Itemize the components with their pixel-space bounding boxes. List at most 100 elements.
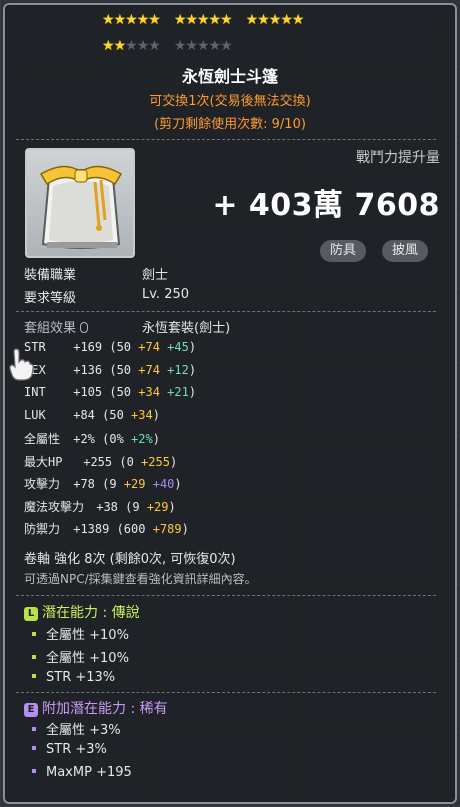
- bullet-icon: [32, 746, 36, 750]
- stat-row: LUK +84 (50 +34): [24, 407, 160, 422]
- bonus-potential-text: 全屬性 +3%: [46, 723, 121, 738]
- stat-total: +84: [66, 407, 103, 422]
- tag-cape: 披風: [382, 240, 429, 262]
- bonus-potential-line: 全屬性 +3%: [32, 719, 121, 738]
- stat-name: LUK: [24, 407, 46, 422]
- star-group: ★ ★ ★ ★ ★: [173, 12, 233, 28]
- star-icon: ★: [102, 12, 115, 28]
- star-icon: ★: [220, 12, 233, 28]
- star-icon: ★: [113, 38, 127, 54]
- level-row: 要求等級 Lv. 250: [24, 287, 189, 306]
- bonus-potential-line: MaxMP +195: [32, 765, 132, 780]
- star-group: ★ ★ ★ ★ ★: [102, 38, 161, 54]
- potential-text: 全屬性 +10%: [46, 651, 129, 666]
- item-name: 永恆劍士斗篷: [181, 67, 278, 86]
- stat-base: (50: [109, 385, 139, 399]
- star-icon: ★: [257, 12, 270, 28]
- stat-total: +255: [76, 454, 120, 469]
- cape-icon: [39, 165, 123, 249]
- stat-base: (0: [119, 454, 142, 469]
- stat-bonus: +789: [152, 522, 182, 536]
- star-icon: ★: [185, 12, 198, 28]
- stat-name: 攻擊力: [24, 477, 61, 491]
- stat-base: (0%: [102, 432, 132, 446]
- scissors-note: (剪刀剩餘使用次數: 9/10): [154, 117, 306, 132]
- stat-total: +1389: [66, 522, 117, 536]
- bullet-icon: [32, 769, 36, 773]
- stat-row: 最大HP +255 (0 +255): [24, 454, 178, 469]
- potential-text: 全屬性 +10%: [46, 628, 129, 643]
- star-icon: ★: [113, 12, 127, 28]
- stat-bonus: +255: [141, 454, 170, 469]
- stat-bonus: +34: [131, 407, 153, 422]
- stat-row: 魔法攻擊力 +38 (9 +29): [24, 499, 176, 514]
- stat-bonus: +29: [146, 499, 169, 514]
- star-icon: ★: [102, 38, 115, 54]
- star-icon: ★: [148, 38, 161, 54]
- stat-name: INT: [24, 385, 46, 399]
- stat-row: 攻擊力 +78 (9 +29 +40): [24, 477, 182, 491]
- star-icon: ★: [208, 12, 222, 28]
- bullet-icon: [32, 655, 36, 659]
- star-icon: ★: [148, 12, 161, 28]
- star-group: ★ ★ ★ ★ ★: [174, 38, 233, 54]
- stat-row: INT +105 (50 +34 +21): [24, 385, 197, 399]
- star-icon: ★: [220, 38, 233, 54]
- potential-line: STR +13%: [32, 670, 115, 685]
- bonus-potential-text: MaxMP +195: [46, 765, 132, 780]
- stat-bonus: +74: [138, 340, 160, 354]
- star-icon: ★: [245, 12, 259, 28]
- star-icon: ★: [280, 12, 293, 28]
- bonus-potential-line: STR +3%: [32, 742, 107, 757]
- bullet-icon: [32, 727, 36, 731]
- job-value: 劍士: [142, 268, 169, 283]
- bonus-potential-header: E 附加潛在能力 : 稀有: [24, 698, 168, 718]
- star-group: ★ ★ ★ ★ ★: [102, 12, 161, 28]
- stat-total: +78: [66, 477, 103, 491]
- trade-note: 可交換1次(交易後無法交換): [149, 94, 311, 109]
- star-group: ★ ★ ★ ★ ★: [245, 12, 305, 28]
- level-value: Lv. 250: [142, 287, 190, 302]
- potential-line: 全屬性 +10%: [32, 624, 129, 643]
- item-image: [25, 148, 135, 258]
- stat-bonus: +74: [138, 362, 160, 377]
- power-label: 戰鬥力提升量: [356, 150, 440, 166]
- legendary-badge-icon: L: [24, 607, 38, 621]
- stat-enhance: +21: [159, 385, 189, 399]
- stat-total: +136: [66, 362, 110, 377]
- star-icon: ★: [136, 12, 150, 28]
- stat-row: STR +169 (50 +74 +45): [24, 340, 197, 354]
- star-icon: ★: [196, 38, 210, 54]
- potential-text: STR +13%: [46, 670, 116, 685]
- stat-base: (50: [102, 407, 132, 422]
- scroll-line: 卷軸 強化 8次 (剩餘0次, 可恢復0次): [24, 552, 236, 567]
- star-icon: ★: [185, 38, 198, 54]
- stat-total: +38: [89, 499, 126, 514]
- stat-base: (9: [102, 477, 124, 491]
- divider: [16, 692, 436, 693]
- stat-base: (9: [125, 499, 147, 514]
- bonus-potential-title: 附加潛在能力 : 稀有: [42, 701, 168, 717]
- stat-base: (50: [109, 340, 139, 354]
- star-icon: ★: [268, 12, 282, 28]
- stat-bonus: +29: [123, 477, 146, 491]
- power-value: + 403萬 7608: [212, 188, 440, 223]
- bullet-icon: [32, 674, 36, 678]
- stat-name: 魔法攻擊力: [24, 499, 85, 514]
- star-icon: ★: [208, 38, 222, 54]
- stat-enhance: +40: [145, 477, 175, 491]
- stat-enhance: +12: [159, 362, 189, 377]
- stat-total: +169: [66, 340, 110, 354]
- divider: [16, 139, 436, 140]
- set-effect-row: 套組效果 永恆套裝(劍士): [24, 317, 230, 336]
- job-label: 裝備職業: [24, 268, 77, 283]
- star-force-row-2: ★ ★ ★ ★ ★ ★ ★ ★ ★ ★: [102, 38, 233, 54]
- stat-name: 全屬性: [24, 432, 61, 446]
- star-icon: ★: [291, 12, 305, 28]
- bonus-potential-text: STR +3%: [46, 742, 107, 757]
- stat-row: 全屬性 +2% (0% +2%): [24, 432, 160, 446]
- divider: [16, 595, 436, 596]
- stat-bonus: +34: [138, 385, 160, 399]
- potential-header: L 潛在能力 : 傳說: [24, 602, 140, 622]
- star-icon: ★: [173, 12, 187, 28]
